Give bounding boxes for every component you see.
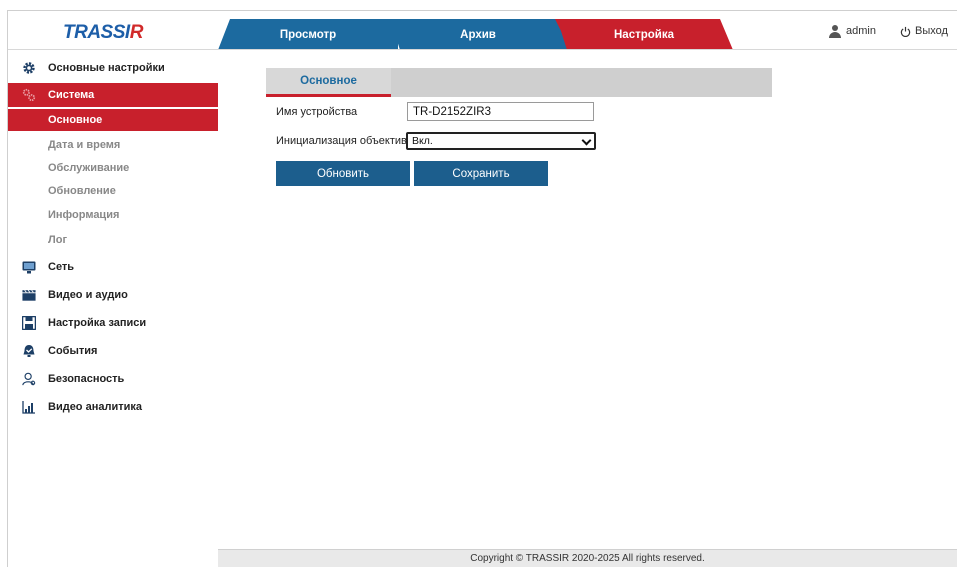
tab-settings-label: Настройка [614, 28, 674, 41]
sidebar-item-label: Сеть [48, 261, 75, 273]
sidebar-subitem-info[interactable]: Информация [8, 204, 218, 226]
sidebar-subitem-label: Обновление [48, 185, 116, 197]
username: admin [846, 25, 876, 37]
footer: Copyright © TRASSIR 2020-2025 All rights… [218, 549, 957, 567]
section-tab-label: Основное [300, 75, 357, 87]
power-icon [900, 26, 911, 37]
user-icon [829, 25, 841, 38]
user-menu[interactable]: admin [829, 25, 876, 38]
events-icon [22, 344, 36, 358]
section-header: Основное [266, 68, 772, 97]
section-tab-basic[interactable]: Основное [266, 68, 391, 97]
device-name-value: TR-D2152ZIR3 [413, 105, 491, 118]
device-name-input[interactable]: TR-D2152ZIR3 [407, 102, 594, 121]
chevron-down-icon [581, 135, 592, 146]
sidebar-item-basic-settings[interactable]: Основные настройки [8, 56, 218, 80]
user-security-icon [22, 372, 36, 386]
sidebar-subitem-label: Лог [48, 234, 68, 246]
analytics-icon [22, 400, 36, 414]
refresh-button-label: Обновить [316, 167, 370, 180]
sidebar-item-label: Настройка записи [48, 317, 147, 329]
gear-icon [22, 61, 36, 75]
sidebar-item-label: Видео и аудио [48, 289, 128, 301]
sidebar-item-label: Безопасность [48, 373, 125, 385]
tab-view-label: Просмотр [279, 28, 337, 41]
sidebar-subitem-label: Информация [48, 209, 120, 221]
sidebar-subitem-basic[interactable]: Основное [8, 109, 218, 131]
clapperboard-icon [22, 288, 36, 302]
copyright-text: Copyright © TRASSIR 2020-2025 All rights… [470, 553, 705, 564]
sidebar-item-events[interactable]: События [8, 339, 218, 363]
trassir-logo: TRASSIR [63, 22, 143, 43]
refresh-button[interactable]: Обновить [276, 161, 410, 186]
sidebar-item-label: События [48, 345, 98, 357]
logout-button[interactable]: Выход [900, 25, 948, 37]
save-button[interactable]: Сохранить [414, 161, 548, 186]
device-name-label: Имя устройства [276, 106, 358, 118]
tab-settings[interactable]: Настройка [555, 19, 733, 50]
sidebar-subitem-label: Основное [48, 114, 103, 126]
sidebar-subitem-update[interactable]: Обновление [8, 180, 218, 202]
sidebar-item-video-analytics[interactable]: Видео аналитика [8, 395, 218, 419]
floppy-icon [22, 316, 36, 330]
lens-init-value: Вкл. [412, 135, 433, 147]
sidebar-subitem-label: Обслуживание [48, 162, 130, 174]
lens-init-label: Инициализация объектива [276, 135, 413, 147]
sidebar-item-recording[interactable]: Настройка записи [8, 311, 218, 335]
sidebar-item-video-audio[interactable]: Видео и аудио [8, 283, 218, 307]
system-gears-icon [22, 88, 36, 102]
network-icon [22, 260, 36, 274]
sidebar-item-label: Видео аналитика [48, 401, 142, 413]
sidebar-subitem-log[interactable]: Лог [8, 229, 218, 251]
sidebar-item-network[interactable]: Сеть [8, 255, 218, 279]
tab-archive-label: Архив [460, 28, 496, 41]
sidebar-item-label: Система [48, 89, 95, 101]
sidebar-subitem-maintenance[interactable]: Обслуживание [8, 157, 218, 179]
sidebar-item-security[interactable]: Безопасность [8, 367, 218, 391]
logout-label: Выход [915, 25, 948, 37]
main-content: Основное Имя устройства TR-D2152ZIR3 Ини… [218, 50, 957, 550]
sidebar-subitem-label: Дата и время [48, 139, 121, 151]
lens-init-select[interactable]: Вкл. [406, 132, 596, 150]
sidebar-item-label: Основные настройки [48, 62, 165, 74]
sidebar-item-system[interactable]: Система [8, 83, 218, 107]
sidebar-subitem-date-time[interactable]: Дата и время [8, 134, 218, 156]
save-button-label: Сохранить [452, 167, 510, 180]
tab-view[interactable]: Просмотр [218, 19, 398, 50]
tab-archive[interactable]: Архив [388, 19, 568, 50]
